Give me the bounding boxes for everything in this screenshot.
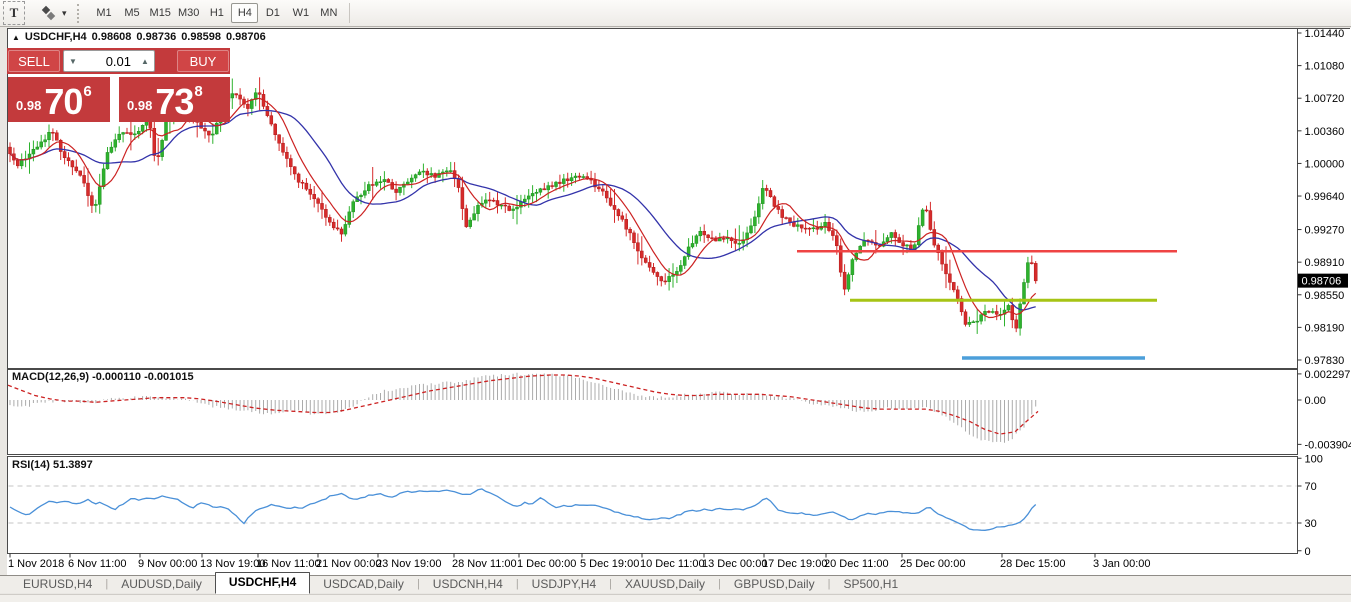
svg-text:3 Jan 00:00: 3 Jan 00:00 bbox=[1093, 558, 1151, 570]
svg-text:20 Dec 11:00: 20 Dec 11:00 bbox=[824, 558, 889, 570]
svg-text:0.98706: 0.98706 bbox=[1302, 276, 1342, 288]
svg-text:0.99270: 0.99270 bbox=[1305, 225, 1345, 237]
svg-text:1.01440: 1.01440 bbox=[1305, 28, 1345, 40]
svg-text:16 Nov 11:00: 16 Nov 11:00 bbox=[256, 558, 321, 570]
diamonds-icon bbox=[39, 5, 57, 21]
status-bar bbox=[0, 594, 1351, 602]
sell-price-prefix: 0.98 bbox=[16, 98, 41, 113]
svg-text:28 Nov 11:00: 28 Nov 11:00 bbox=[452, 558, 517, 570]
toolbar-grip[interactable] bbox=[77, 4, 83, 23]
chart-title: ▲ USDCHF,H4 0.98608 0.98736 0.98598 0.98706 bbox=[12, 31, 271, 43]
timeframe-button-d1[interactable]: D1 bbox=[259, 3, 286, 23]
timeframe-button-w1[interactable]: W1 bbox=[287, 3, 314, 23]
timeframe-button-h4[interactable]: H4 bbox=[231, 3, 258, 23]
buy-price-prefix: 0.98 bbox=[127, 98, 152, 113]
svg-text:28 Dec 15:00: 28 Dec 15:00 bbox=[1000, 558, 1065, 570]
toolbar: T ▾ M1M5M15M30H1H4D1W1MN bbox=[0, 0, 1351, 27]
buy-price-big: 73 bbox=[155, 85, 193, 118]
sell-price-big: 70 bbox=[44, 85, 82, 118]
timeframe-button-m1[interactable]: M1 bbox=[91, 3, 118, 23]
trade-panel-top-row: SELL ▼ 0.01 ▲ BUY bbox=[7, 48, 230, 74]
sell-price-display[interactable]: 0.98 70 6 bbox=[8, 77, 110, 122]
toolbar-separator bbox=[349, 3, 350, 23]
lot-decrease-button[interactable]: ▼ bbox=[64, 51, 82, 71]
lot-size-value[interactable]: 0.01 bbox=[82, 54, 136, 69]
svg-text:1.00360: 1.00360 bbox=[1305, 126, 1345, 138]
chart-window: 1.01440 1.01080 1.00720 1.00360 1.00000 0.996… bbox=[0, 28, 1351, 575]
tab-xauusd-daily[interactable]: XAUUSD,Daily bbox=[612, 576, 718, 593]
chevron-down-icon[interactable]: ▾ bbox=[62, 8, 67, 19]
svg-text:9 Nov 00:00: 9 Nov 00:00 bbox=[138, 558, 197, 570]
svg-text:0.98910: 0.98910 bbox=[1305, 257, 1345, 269]
lot-size-spinner[interactable]: ▼ 0.01 ▲ bbox=[63, 50, 155, 72]
svg-text:0: 0 bbox=[1305, 546, 1311, 558]
chart-tab-bar: EURUSD,H4|AUDUSD,DailyUSDCHF,H4USDCAD,Da… bbox=[0, 575, 1351, 593]
ohlc-high: 0.98736 bbox=[136, 31, 176, 43]
svg-text:70: 70 bbox=[1305, 481, 1317, 493]
one-click-trade-panel: SELL ▼ 0.01 ▲ BUY 0.98 70 6 0.98 73 8 bbox=[7, 48, 230, 122]
svg-text:25 Dec 00:00: 25 Dec 00:00 bbox=[900, 558, 965, 570]
svg-text:0.99640: 0.99640 bbox=[1305, 191, 1345, 203]
buy-price-pip: 8 bbox=[194, 83, 202, 100]
sell-price-pip: 6 bbox=[83, 83, 91, 100]
tab-sp500-h1[interactable]: SP500,H1 bbox=[830, 576, 911, 593]
sell-button[interactable]: SELL bbox=[8, 50, 60, 72]
ohlc-open: 0.98608 bbox=[92, 31, 132, 43]
svg-text:23 Nov 19:00: 23 Nov 19:00 bbox=[376, 558, 441, 570]
svg-text:17 Dec 19:00: 17 Dec 19:00 bbox=[762, 558, 827, 570]
svg-text:10 Dec 11:00: 10 Dec 11:00 bbox=[640, 558, 705, 570]
svg-text:0.002297: 0.002297 bbox=[1305, 369, 1351, 381]
text-tool-button[interactable]: T bbox=[3, 1, 25, 25]
svg-text:1.00720: 1.00720 bbox=[1305, 93, 1345, 105]
timeframe-bar: M1M5M15M30H1H4D1W1MN bbox=[91, 3, 343, 23]
tab-gbpusd-daily[interactable]: GBPUSD,Daily bbox=[721, 576, 828, 593]
tab-audusd-daily[interactable]: AUDUSD,Daily bbox=[108, 576, 215, 593]
rsi-indicator-label: RSI(14) 51.3897 bbox=[12, 459, 93, 471]
svg-text:1 Dec 00:00: 1 Dec 00:00 bbox=[517, 558, 576, 570]
buy-button[interactable]: BUY bbox=[177, 50, 229, 72]
macd-indicator-label: MACD(12,26,9) -0.000110 -0.001015 bbox=[12, 371, 194, 383]
collapse-triangle-icon[interactable]: ▲ bbox=[12, 33, 20, 42]
svg-text:-0.003904: -0.003904 bbox=[1305, 439, 1351, 451]
svg-text:1.01080: 1.01080 bbox=[1305, 61, 1345, 73]
timeframe-button-m15[interactable]: M15 bbox=[147, 3, 174, 23]
svg-text:0.00: 0.00 bbox=[1305, 395, 1326, 407]
timeframe-button-m5[interactable]: M5 bbox=[119, 3, 146, 23]
svg-text:1.00000: 1.00000 bbox=[1305, 158, 1345, 170]
svg-text:5 Dec 19:00: 5 Dec 19:00 bbox=[580, 558, 639, 570]
svg-text:0.98550: 0.98550 bbox=[1305, 290, 1345, 302]
timeframe-button-h1[interactable]: H1 bbox=[203, 3, 230, 23]
tab-usdcnh-h4[interactable]: USDCNH,H4 bbox=[420, 576, 516, 593]
tab-usdcad-daily[interactable]: USDCAD,Daily bbox=[310, 576, 417, 593]
timeframe-button-mn[interactable]: MN bbox=[315, 3, 342, 23]
tab-usdchf-h4[interactable]: USDCHF,H4 bbox=[215, 572, 310, 594]
svg-text:6 Nov 11:00: 6 Nov 11:00 bbox=[68, 558, 127, 570]
svg-text:0.98190: 0.98190 bbox=[1305, 322, 1345, 334]
timeframe-button-m30[interactable]: M30 bbox=[175, 3, 202, 23]
symbol-period: USDCHF,H4 bbox=[25, 31, 87, 43]
lot-increase-button[interactable]: ▲ bbox=[136, 51, 154, 71]
svg-text:30: 30 bbox=[1305, 518, 1317, 530]
svg-text:0.97830: 0.97830 bbox=[1305, 355, 1345, 367]
tab-eurusd-h4[interactable]: EURUSD,H4 bbox=[10, 576, 105, 593]
svg-text:100: 100 bbox=[1305, 453, 1323, 465]
svg-text:1 Nov 2018: 1 Nov 2018 bbox=[8, 558, 64, 570]
ohlc-close: 0.98706 bbox=[226, 31, 266, 43]
buy-price-display[interactable]: 0.98 73 8 bbox=[119, 77, 230, 122]
ohlc-low: 0.98598 bbox=[181, 31, 221, 43]
tab-usdjpy-h4[interactable]: USDJPY,H4 bbox=[519, 576, 609, 593]
drawing-tool-button[interactable]: ▾ bbox=[39, 5, 67, 21]
svg-text:21 Nov 00:00: 21 Nov 00:00 bbox=[316, 558, 381, 570]
svg-text:13 Dec 00:00: 13 Dec 00:00 bbox=[702, 558, 767, 570]
